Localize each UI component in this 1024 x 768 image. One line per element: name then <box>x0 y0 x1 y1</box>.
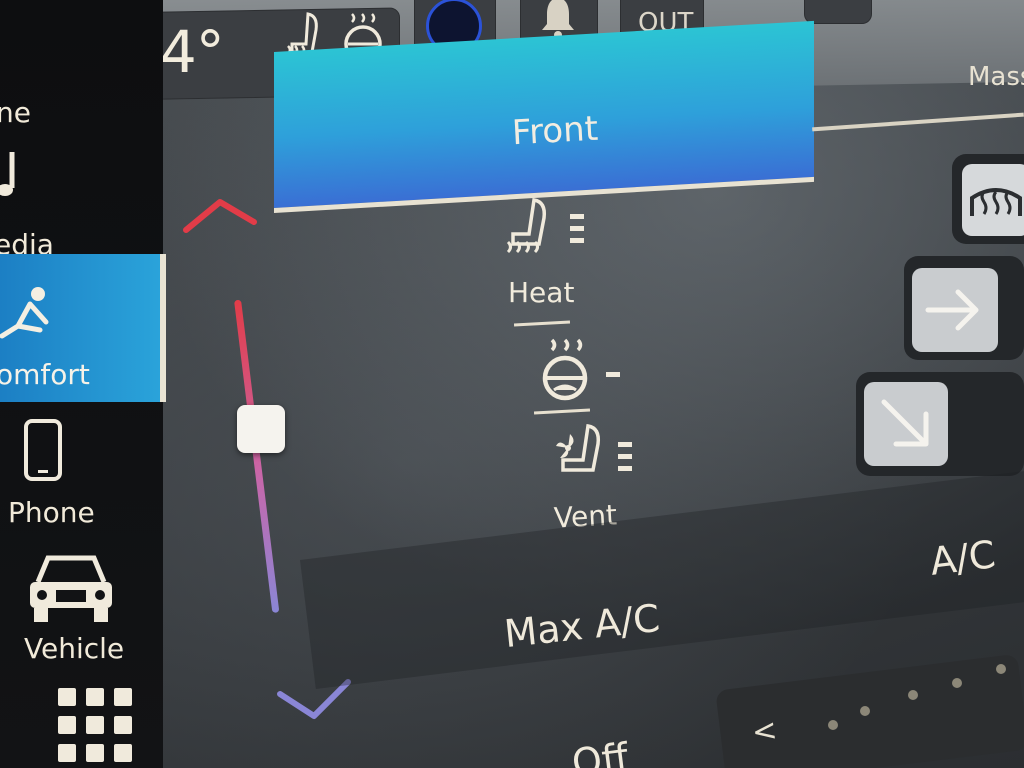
ac-button[interactable]: A/C <box>928 532 998 584</box>
status-tile-right[interactable] <box>804 0 872 24</box>
temperature-slider-thumb[interactable] <box>237 405 285 453</box>
fan-level-dot <box>996 664 1006 674</box>
temperature-slider-track[interactable] <box>234 299 280 614</box>
massage-tab-label[interactable]: Mass <box>968 62 1024 92</box>
music-note-icon[interactable] <box>0 150 24 202</box>
left-nav: ne edia omfort Phone Vehicle <box>0 0 166 768</box>
seat-heat-icon[interactable] <box>500 196 556 268</box>
bottom-panel <box>300 467 1024 690</box>
tab-front-label: Front <box>511 108 599 154</box>
tab-underline <box>812 112 1024 132</box>
fan-level-dot <box>860 706 870 716</box>
seat-heat-label: Heat <box>508 276 575 309</box>
control-divider <box>513 320 571 327</box>
apps-grid-icon[interactable] <box>56 684 136 768</box>
fan-level-dot <box>828 720 838 730</box>
fan-decrease-button[interactable]: < <box>750 713 779 751</box>
vehicle-icon[interactable] <box>26 552 116 626</box>
arrow-down-right-icon <box>881 399 929 447</box>
vent-level-indicator <box>618 442 632 471</box>
nav-label-vehicle[interactable]: Vehicle <box>24 632 124 665</box>
fan-off-button[interactable]: Off <box>570 735 631 768</box>
nav-label-home[interactable]: ne <box>0 96 31 129</box>
phone-icon[interactable] <box>22 418 66 482</box>
rear-defrost-icon <box>970 188 1022 216</box>
temp-up-arrow-icon[interactable] <box>180 194 262 238</box>
arrow-right-icon <box>925 289 979 331</box>
wheel-heat-level-indicator <box>606 372 620 377</box>
control-divider <box>533 408 591 415</box>
nav-label-phone[interactable]: Phone <box>8 496 95 529</box>
fan-level-dot <box>952 678 962 688</box>
heat-level-indicator <box>570 214 584 243</box>
seat-vent-icon[interactable] <box>550 422 608 494</box>
nav-label-comfort[interactable]: omfort <box>0 358 90 391</box>
climate-screen: 74° OUT Mass ne edia omfort <box>0 0 1024 768</box>
wheel-heat-icon[interactable] <box>536 332 594 402</box>
seat-recline-icon[interactable] <box>0 286 60 348</box>
fan-level-dot <box>908 690 918 700</box>
